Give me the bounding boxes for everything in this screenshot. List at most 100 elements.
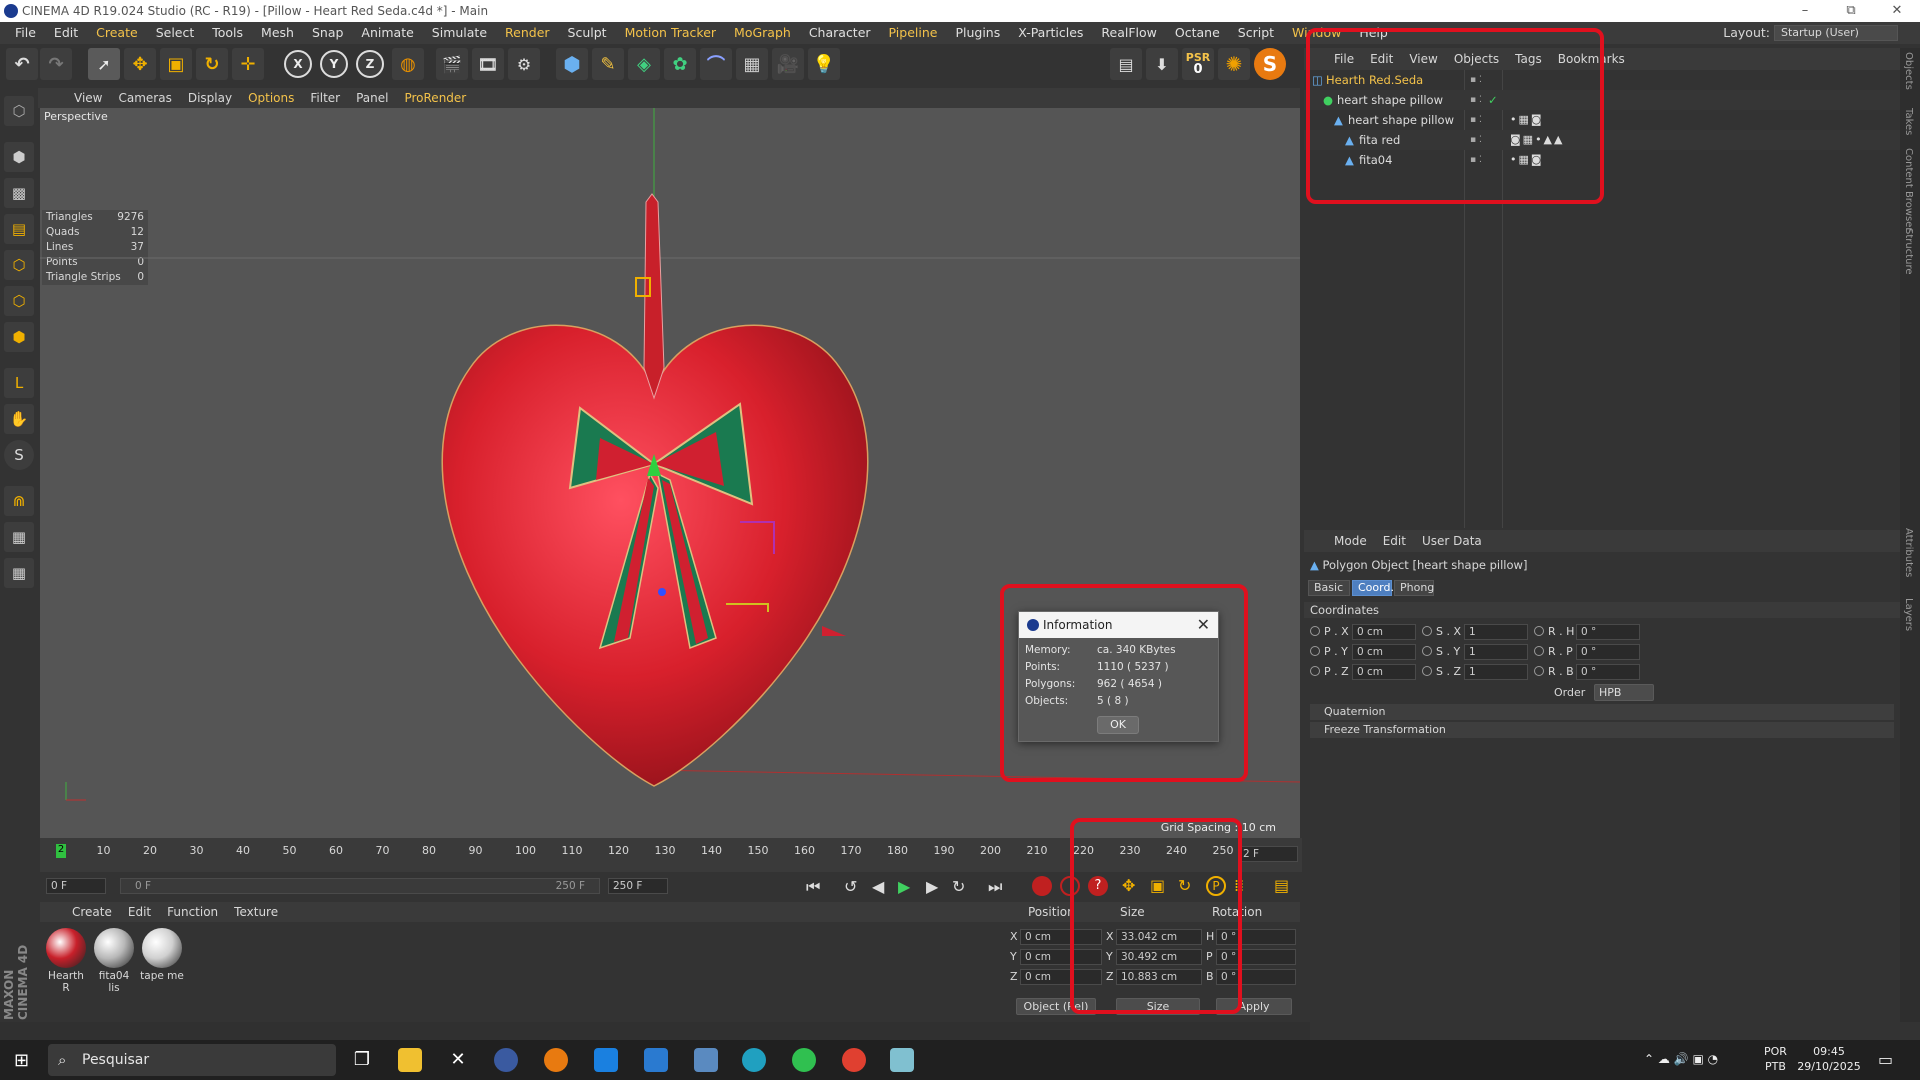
tab-phong[interactable]: Phong [1394,580,1434,596]
close-button[interactable]: ✕ [1874,0,1920,22]
menu-pipeline[interactable]: Pipeline [880,22,947,44]
material-menu-edit[interactable]: Edit [120,905,159,919]
menu-sculpt[interactable]: Sculpt [559,22,616,44]
menu-mesh[interactable]: Mesh [252,22,303,44]
side-tab-content-browser[interactable]: Content Browser [1903,148,1914,231]
z-axis-lock-button[interactable]: Z [356,50,384,78]
menu-file[interactable]: File [6,22,45,44]
polygons-mode-icon[interactable]: ⬢ [4,322,34,352]
attribute-menu-edit[interactable]: Edit [1375,534,1414,548]
planar-workplane-icon[interactable]: ▦ [4,558,34,588]
timeline-ruler[interactable]: 2 10 20 30 40 50 60 70 80 90 100 110 120 130 140 150 16… [54,844,1234,860]
windows-start-icon[interactable]: ⊞ [14,1050,29,1071]
calculator-icon[interactable] [694,1048,718,1072]
viewport-menu-options[interactable]: Options [240,91,302,105]
rotation-keyframe-icon[interactable] [1534,626,1544,636]
side-tab-attributes[interactable]: Attributes [1903,528,1914,577]
attr-rotation-field[interactable]: 0 ° [1576,624,1640,640]
attribute-menu-user-data[interactable]: User Data [1414,534,1490,548]
app-tablet-icon[interactable] [890,1048,914,1072]
menu-animate[interactable]: Animate [352,22,422,44]
freeze-transformation-section[interactable]: Freeze Transformation [1310,722,1894,738]
subdivision-surface-icon[interactable]: ◈ [628,48,660,80]
x-axis-lock-button[interactable]: X [284,50,312,78]
task-view-icon[interactable]: ❐ [350,1048,374,1072]
psr-button[interactable]: PSR 0 [1182,48,1214,80]
s-plugin-icon[interactable]: S [1254,48,1286,80]
position-keyframe-icon[interactable] [1310,646,1320,656]
picture-viewer-icon[interactable]: ▤ [1110,48,1142,80]
spline-pen-icon[interactable]: ✎ [592,48,624,80]
live-selection-icon[interactable]: ➚ [88,48,120,80]
range-slider[interactable]: 0 F 250 F [120,878,600,894]
y-axis-lock-button[interactable]: Y [320,50,348,78]
attr-position-field[interactable]: 0 cm [1352,624,1416,640]
menu-plugins[interactable]: Plugins [946,22,1009,44]
viewport-menu-cameras[interactable]: Cameras [110,91,179,105]
side-tab-structure[interactable]: Structure [1903,228,1914,275]
material-menu-function[interactable]: Function [159,905,226,919]
go-to-start-icon[interactable]: ⏮ [806,877,820,897]
taskbar-search[interactable]: ⌕ Pesquisar [48,1044,336,1076]
rotation-keyframe-icon[interactable] [1534,666,1544,676]
end-frame-field[interactable]: 250 F [608,878,668,894]
menu-snap[interactable]: Snap [303,22,352,44]
attr-rotation-field[interactable]: 0 ° [1576,664,1640,680]
play-icon[interactable]: ▶ [898,877,910,896]
model-mode-icon[interactable]: ⬢ [4,142,34,172]
attr-position-field[interactable]: 0 cm [1352,664,1416,680]
tab-basic[interactable]: Basic [1308,580,1350,596]
quaternion-section[interactable]: Quaternion [1310,704,1894,720]
render-view-icon[interactable]: 🎬 [436,48,468,80]
layout-select[interactable]: Startup (User) [1774,25,1898,41]
light-icon[interactable]: 💡 [808,48,840,80]
attr-scale-field[interactable]: 1 [1464,624,1528,640]
viewport-menu-filter[interactable]: Filter [302,91,348,105]
start-frame-field[interactable]: 0 F [46,878,106,894]
attr-scale-field[interactable]: 1 [1464,644,1528,660]
order-select[interactable]: HPB [1594,684,1654,701]
axis-mode-icon[interactable]: L [4,368,34,398]
whatsapp-icon[interactable] [792,1048,816,1072]
undo-icon[interactable]: ↶ [6,48,38,80]
menu-create[interactable]: Create [87,22,147,44]
scale-keyframe-icon[interactable] [1422,666,1432,676]
chrome-icon[interactable] [842,1048,866,1072]
menu-simulate[interactable]: Simulate [423,22,496,44]
deformer-icon[interactable]: ⌒ [700,48,732,80]
floor-icon[interactable]: ▦ [736,48,768,80]
octane-settings-icon[interactable]: ✺ [1218,48,1250,80]
go-to-end-icon[interactable]: ⏭ [988,877,1002,897]
position-keyframe-icon[interactable] [1310,626,1320,636]
texture-mode-icon[interactable]: ▩ [4,178,34,208]
language-indicator[interactable]: POR PTB [1764,1044,1787,1074]
edges-mode-icon[interactable]: ⬡ [4,286,34,316]
render-picture-viewer-icon[interactable]: 🎞 [472,48,504,80]
current-frame-field[interactable]: 2 F [1238,846,1298,862]
timeline-playhead[interactable]: 2 [56,844,66,858]
side-tab-layers[interactable]: Layers [1903,598,1914,631]
import-icon[interactable]: ⬇ [1146,48,1178,80]
material-swatch[interactable]: tape me [140,928,184,982]
attr-scale-field[interactable]: 1 [1464,664,1528,680]
viewport-menu-prorender[interactable]: ProRender [396,91,474,105]
maximize-button[interactable]: ⧉ [1828,0,1874,22]
attribute-menu-mode[interactable]: Mode [1326,534,1375,548]
cinema4d-taskbar-icon[interactable] [494,1048,518,1072]
timeline-layout-icon[interactable]: ▤ [1274,876,1289,895]
blender-icon[interactable] [544,1048,568,1072]
points-mode-icon[interactable]: ⬡ [4,250,34,280]
go-to-next-key-icon[interactable]: ↻ [952,877,965,896]
menu-select[interactable]: Select [147,22,204,44]
redo-icon[interactable]: ↷ [40,48,72,80]
menu-realflow[interactable]: RealFlow [1092,22,1165,44]
menu-render[interactable]: Render [496,22,559,44]
material-menu-create[interactable]: Create [64,905,120,919]
snap-icon[interactable]: S [4,440,34,470]
move-icon[interactable]: ✥ [124,48,156,80]
viewport-menu-display[interactable]: Display [180,91,240,105]
menu-tools[interactable]: Tools [203,22,252,44]
clock[interactable]: 09:45 29/10/2025 [1794,1044,1864,1074]
magnet-icon[interactable]: ⋒ [4,486,34,516]
tweak-mode-icon[interactable]: ✋ [4,404,34,434]
